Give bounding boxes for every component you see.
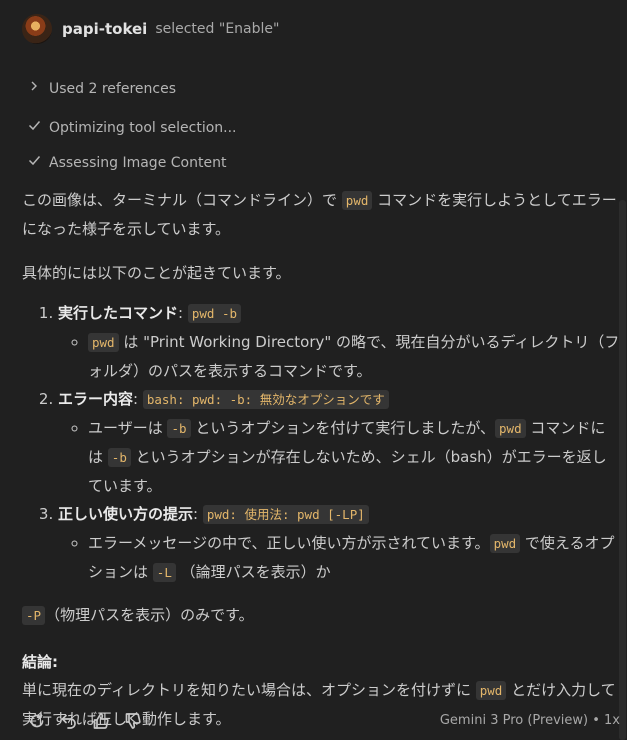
conclusion-title: 結論: [22, 653, 58, 671]
list-item: エラー内容: bash: pwd: -b: 無効なオプションです ユーザーは -… [58, 385, 620, 500]
inline-code: pwd -b [187, 304, 241, 323]
inline-code: pwd [495, 419, 526, 438]
inline-code: -P [22, 606, 46, 625]
sub-list: エラーメッセージの中で、正しい使い方が示されています。pwd で使えるオプション… [58, 529, 620, 587]
sub-list: ユーザーは -b というオプションを付けて実行しましたが、pwd コマンドには … [58, 414, 620, 500]
inline-code: pwd [475, 681, 507, 700]
action-text: selected "Enable" [155, 21, 280, 37]
numbered-list: 実行したコマンド: pwd -b pwd は "Print Working Di… [22, 299, 620, 587]
inline-code: bash: pwd: -b: 無効なオプションです [142, 390, 389, 409]
model-label: Gemini 3 Pro (Preview) • 1x [439, 713, 620, 728]
sub-list-item: pwd は "Print Working Directory" の略で、現在自分… [88, 328, 620, 385]
thumbs-up-icon[interactable] [90, 710, 112, 732]
thumbs-down-icon[interactable] [122, 710, 144, 732]
sub-list-item: エラーメッセージの中で、正しい使い方が示されています。pwd で使えるオプション… [88, 529, 620, 587]
message-header: papi-tokei selected "Enable" [22, 12, 279, 46]
undo-icon[interactable] [58, 710, 80, 732]
check-icon [28, 114, 42, 142]
step-label: Assessing Image Content [49, 155, 227, 171]
inline-code: -b [167, 419, 191, 438]
step-label: Used 2 references [49, 81, 176, 97]
answer-body: この画像は、ターミナル（コマンドライン）で pwd コマンドを実行しようとしてエ… [22, 186, 620, 733]
inline-code: pwd: 使用法: pwd [-LP] [202, 505, 369, 524]
sub-list: pwd は "Print Working Directory" の略で、現在自分… [58, 328, 620, 385]
paragraph: この画像は、ターミナル（コマンドライン）で pwd コマンドを実行しようとしてエ… [22, 191, 617, 238]
inline-code: -b [107, 448, 131, 467]
list-item: 実行したコマンド: pwd -b pwd は "Print Working Di… [58, 299, 620, 385]
avatar [22, 14, 52, 44]
paragraph: 具体的には以下のことが起きています。 [22, 264, 291, 282]
inline-code: pwd [341, 191, 373, 210]
step-label: Optimizing tool selection... [49, 120, 237, 136]
retry-icon[interactable] [26, 710, 48, 732]
list-item: 正しい使い方の提示: pwd: 使用法: pwd [-LP] エラーメッセージの… [58, 500, 620, 587]
inline-code: -L [152, 563, 176, 582]
inline-code: pwd [489, 534, 521, 553]
step-item: Optimizing tool selection... [28, 115, 237, 141]
chevron-right-icon [28, 75, 42, 103]
message-footer: Gemini 3 Pro (Preview) • 1x [26, 708, 620, 734]
inline-code: pwd [88, 333, 119, 352]
username: papi-tokei [62, 20, 148, 38]
check-icon [28, 149, 42, 177]
scrollbar-thumb[interactable] [619, 200, 626, 740]
step-item: Assessing Image Content [28, 150, 226, 176]
sub-list-item: ユーザーは -b というオプションを付けて実行しましたが、pwd コマンドには … [88, 414, 620, 500]
references-toggle[interactable]: Used 2 references [28, 76, 176, 102]
paragraph: -P （物理パスを表示）のみです。 [22, 601, 620, 630]
